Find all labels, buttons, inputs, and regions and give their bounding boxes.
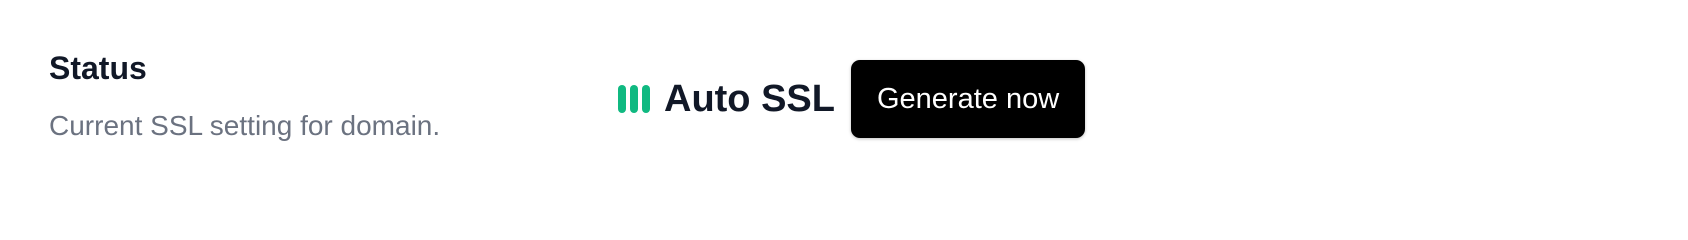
status-description: Current SSL setting for domain.: [49, 110, 441, 141]
status-title: Status: [49, 50, 147, 86]
ssl-status-section: Status Current SSL setting for domain. A…: [0, 0, 1688, 200]
signal-bar: [618, 85, 626, 113]
ssl-mode-label: Auto SSL: [664, 78, 835, 120]
generate-now-button[interactable]: Generate now: [850, 60, 1086, 138]
signal-bar: [630, 85, 638, 113]
signal-bar: [642, 85, 650, 113]
status-heading-group: Status Current SSL setting for domain.: [49, 48, 569, 144]
ssl-status-row: Auto SSL Generate now: [618, 60, 1086, 138]
signal-bars-icon: [618, 85, 650, 113]
